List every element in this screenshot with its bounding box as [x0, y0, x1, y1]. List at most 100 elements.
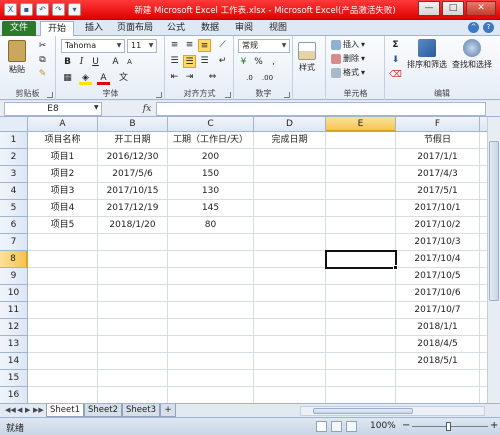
zoom-out-button[interactable]: − — [402, 420, 410, 431]
cell-F12[interactable]: 2018/1/1 — [396, 319, 480, 336]
tab-file[interactable]: 文件 — [2, 21, 36, 36]
column-header[interactable]: A — [28, 117, 98, 132]
undo-icon[interactable]: ↶ — [36, 3, 49, 16]
cell-A11[interactable] — [28, 302, 98, 319]
cell-A10[interactable] — [28, 285, 98, 302]
row-header[interactable]: 1 — [0, 132, 28, 149]
clear-icon[interactable]: ⌫ — [389, 69, 402, 82]
row-header[interactable]: 15 — [0, 370, 28, 387]
cell-B14[interactable] — [98, 353, 168, 370]
cell-D4[interactable] — [254, 183, 326, 200]
redo-icon[interactable]: ↷ — [52, 3, 65, 16]
insert-function-button[interactable]: fx — [140, 102, 154, 116]
name-box[interactable]: E8 — [4, 102, 102, 116]
row-header[interactable]: 11 — [0, 302, 28, 319]
cell-E7[interactable] — [326, 234, 396, 251]
cell-A16[interactable] — [28, 387, 98, 403]
chevron-down-icon[interactable]: ▼ — [94, 104, 99, 111]
font-family-select[interactable]: Tahoma ▼ — [61, 39, 125, 53]
cell-C15[interactable] — [168, 370, 254, 387]
cell-F5[interactable]: 2017/10/1 — [396, 200, 480, 217]
cell-F16[interactable] — [396, 387, 480, 403]
sheet-tab-sheet1[interactable]: Sheet1 — [46, 404, 84, 417]
last-sheet-button[interactable]: ▶▶ — [33, 406, 44, 414]
cell-E11[interactable] — [326, 302, 396, 319]
clipboard-launcher-icon[interactable] — [47, 92, 53, 98]
cell-F3[interactable]: 2017/4/3 — [396, 166, 480, 183]
align-center-icon[interactable]: ☰ — [183, 55, 196, 68]
cell-C9[interactable] — [168, 268, 254, 285]
tab-review[interactable]: 审阅 — [228, 21, 260, 36]
cell-C4[interactable]: 130 — [168, 183, 254, 200]
scroll-thumb[interactable] — [313, 408, 413, 414]
cell-B7[interactable] — [98, 234, 168, 251]
align-middle-icon[interactable]: ≡ — [183, 39, 196, 52]
zoom-slider-handle[interactable] — [446, 422, 451, 431]
cell-F15[interactable] — [396, 370, 480, 387]
cell-B9[interactable] — [98, 268, 168, 285]
cell-C12[interactable] — [168, 319, 254, 336]
select-all-corner[interactable] — [0, 117, 28, 132]
cell-D7[interactable] — [254, 234, 326, 251]
cell-E15[interactable] — [326, 370, 396, 387]
cell-C6[interactable]: 80 — [168, 217, 254, 234]
sheet-tab-sheet2[interactable]: Sheet2 — [84, 404, 122, 417]
cell-D6[interactable] — [254, 217, 326, 234]
row-header[interactable]: 3 — [0, 166, 28, 183]
align-right-icon[interactable]: ☰ — [198, 55, 211, 68]
tab-formulas[interactable]: 公式 — [160, 21, 192, 36]
row-header[interactable]: 16 — [0, 387, 28, 403]
cell-C3[interactable]: 150 — [168, 166, 254, 183]
cell-C5[interactable]: 145 — [168, 200, 254, 217]
underline-button[interactable]: U — [89, 56, 102, 69]
worksheet-grid[interactable]: A B C D E F 1 项目名称 开工日期 工期（工作日/天） 完成日期 节假日 2 项目1 2016/… — [0, 117, 500, 403]
cell-F2[interactable]: 2017/1/1 — [396, 149, 480, 166]
customize-qat-icon[interactable]: ▾ — [68, 3, 81, 16]
page-layout-view-icon[interactable] — [331, 421, 342, 432]
cell-D10[interactable] — [254, 285, 326, 302]
shrink-font-button[interactable]: A — [123, 56, 136, 69]
row-header[interactable]: 12 — [0, 319, 28, 336]
cell-A2[interactable]: 项目1 — [28, 149, 98, 166]
cell-B10[interactable] — [98, 285, 168, 302]
excel-logo-icon[interactable]: X — [4, 3, 17, 16]
vertical-scrollbar[interactable] — [487, 117, 500, 403]
cell-B4[interactable]: 2017/10/15 — [98, 183, 168, 200]
cell-B8[interactable] — [98, 251, 168, 268]
cell-C10[interactable] — [168, 285, 254, 302]
cell-B15[interactable] — [98, 370, 168, 387]
grow-font-button[interactable]: A — [109, 56, 122, 69]
cell-C13[interactable] — [168, 336, 254, 353]
row-header[interactable]: 13 — [0, 336, 28, 353]
cell-E4[interactable] — [326, 183, 396, 200]
row-header[interactable]: 10 — [0, 285, 28, 302]
cell-C16[interactable] — [168, 387, 254, 403]
zoom-level[interactable]: 100% — [370, 421, 396, 431]
cell-F14[interactable]: 2018/5/1 — [396, 353, 480, 370]
maximize-button[interactable]: □ — [442, 1, 464, 16]
row-header[interactable]: 8 — [0, 251, 28, 268]
align-left-icon[interactable]: ☰ — [168, 55, 181, 68]
tab-page-layout[interactable]: 页面布局 — [112, 21, 158, 36]
borders-icon[interactable]: ▦ — [61, 72, 74, 85]
cell-E3[interactable] — [326, 166, 396, 183]
tab-home[interactable]: 开始 — [40, 21, 74, 36]
formula-input[interactable] — [156, 102, 486, 116]
orientation-icon[interactable]: ⟋ — [216, 39, 229, 52]
sort-filter-button[interactable]: 排序和筛选 — [406, 39, 448, 70]
number-format-select[interactable]: 常规 ▼ — [238, 39, 290, 53]
fill-color-icon[interactable]: ◈ — [79, 72, 92, 85]
cell-C8[interactable] — [168, 251, 254, 268]
font-color-button[interactable]: A — [97, 72, 110, 85]
cell-D2[interactable] — [254, 149, 326, 166]
cell-F1[interactable]: 节假日 — [396, 132, 480, 149]
column-header[interactable]: D — [254, 117, 326, 132]
alignment-launcher-icon[interactable] — [225, 92, 231, 98]
cell-B2[interactable]: 2016/12/30 — [98, 149, 168, 166]
cell-A8[interactable] — [28, 251, 98, 268]
wrap-text-icon[interactable]: ↵ — [216, 55, 229, 68]
cell-B1[interactable]: 开工日期 — [98, 132, 168, 149]
cell-A4[interactable]: 项目3 — [28, 183, 98, 200]
cell-E2[interactable] — [326, 149, 396, 166]
cell-B3[interactable]: 2017/5/6 — [98, 166, 168, 183]
